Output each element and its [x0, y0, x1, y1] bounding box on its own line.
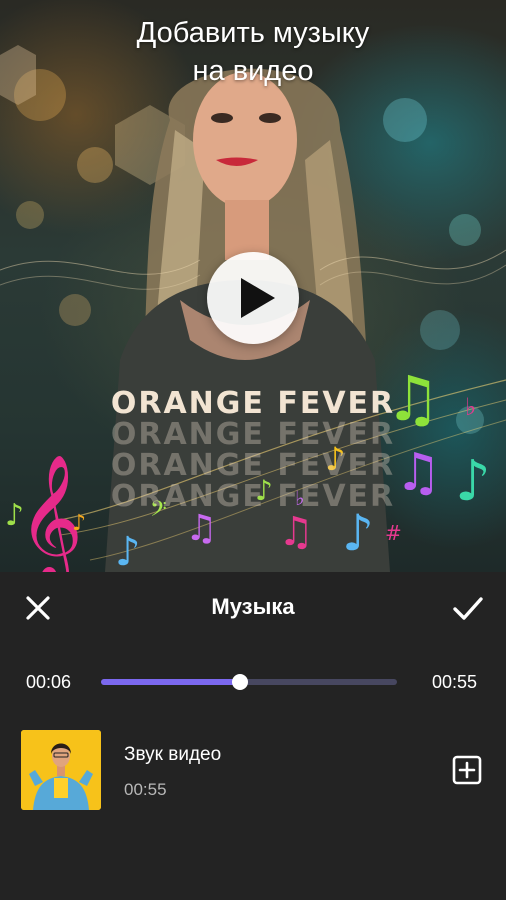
add-track-button[interactable] — [451, 754, 483, 786]
play-button[interactable] — [207, 252, 299, 344]
svg-text:♫: ♫ — [185, 508, 217, 549]
svg-text:#: # — [385, 521, 402, 545]
total-time: 00:55 — [432, 672, 478, 692]
video-preview[interactable]: 𝄞 ♪ ♪ ♪ 𝄢 ♫ ♪ ♫ ♭ ♪ ♪ # ♫ ♫ ♪ ♭ ORANGE F… — [0, 0, 506, 572]
check-icon — [453, 597, 483, 620]
svg-text:♫: ♫ — [278, 509, 314, 555]
audio-track-item[interactable]: Звук видео 00:55 — [0, 728, 506, 812]
svg-text:♪: ♪ — [115, 529, 141, 572]
track-thumbnail — [21, 730, 101, 810]
seek-bar-thumb[interactable] — [232, 674, 249, 690]
shirt-text: ORANGE FEVER ORANGE FEVER ORANGE FEVER O… — [0, 388, 506, 512]
track-thumbnail-image — [21, 730, 101, 810]
music-toolbar: Музыка — [0, 572, 506, 644]
current-time: 00:06 — [26, 672, 72, 692]
seek-bar[interactable] — [101, 674, 397, 690]
shirt-text-echo: ORANGE FEVER — [110, 448, 396, 483]
track-duration: 00:55 — [124, 780, 167, 799]
headline-line-1: Добавить музыку — [136, 17, 370, 49]
confirm-button[interactable] — [450, 590, 486, 626]
toolbar-title: Музыка — [211, 594, 295, 619]
svg-text:♪: ♪ — [72, 511, 86, 536]
music-editor-screen: 𝄞 ♪ ♪ ♪ 𝄢 ♫ ♪ ♫ ♭ ♪ ♪ # ♫ ♫ ♪ ♭ ORANGE F… — [0, 0, 506, 900]
shirt-text-echo: ORANGE FEVER — [110, 479, 396, 514]
play-icon — [241, 278, 275, 318]
seek-bar-progress — [101, 679, 241, 685]
promo-headline: Добавить музыку на видео — [0, 14, 506, 90]
shirt-text-line: ORANGE FEVER — [110, 386, 396, 421]
add-box-icon — [452, 755, 482, 785]
shirt-text-echo: ORANGE FEVER — [110, 417, 396, 452]
headline-line-2: на видео — [192, 55, 314, 87]
track-title: Звук видео — [124, 744, 222, 765]
